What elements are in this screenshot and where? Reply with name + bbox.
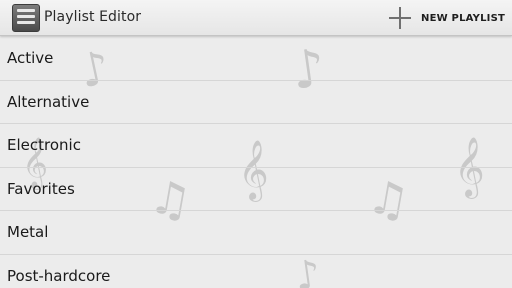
list-item-label: Metal	[7, 223, 49, 242]
playlist-icon[interactable]	[12, 4, 40, 32]
list-item[interactable]: Metal	[0, 211, 512, 255]
list-item-label: Favorites	[7, 179, 75, 198]
page-title: Playlist Editor	[44, 9, 142, 25]
list-item-label: Alternative	[7, 92, 90, 111]
list-item[interactable]: Electronic	[0, 124, 512, 168]
plus-icon	[389, 7, 412, 29]
list-item-label: Active	[7, 49, 54, 68]
list-item[interactable]: Post-hardcore	[0, 255, 512, 288]
list-item[interactable]: Active	[0, 37, 512, 81]
list-item-label: Post-hardcore	[7, 266, 111, 285]
new-playlist-button[interactable]: NEW PLAYLIST	[389, 0, 512, 36]
list-item-label: Electronic	[7, 136, 81, 155]
action-bar: Playlist Editor NEW PLAYLIST	[0, 0, 512, 36]
playlist-list: Active Alternative Electronic Favorites …	[0, 37, 512, 288]
new-playlist-label: NEW PLAYLIST	[421, 12, 505, 24]
list-item[interactable]: Alternative	[0, 81, 512, 124]
list-item[interactable]: Favorites	[0, 168, 512, 211]
